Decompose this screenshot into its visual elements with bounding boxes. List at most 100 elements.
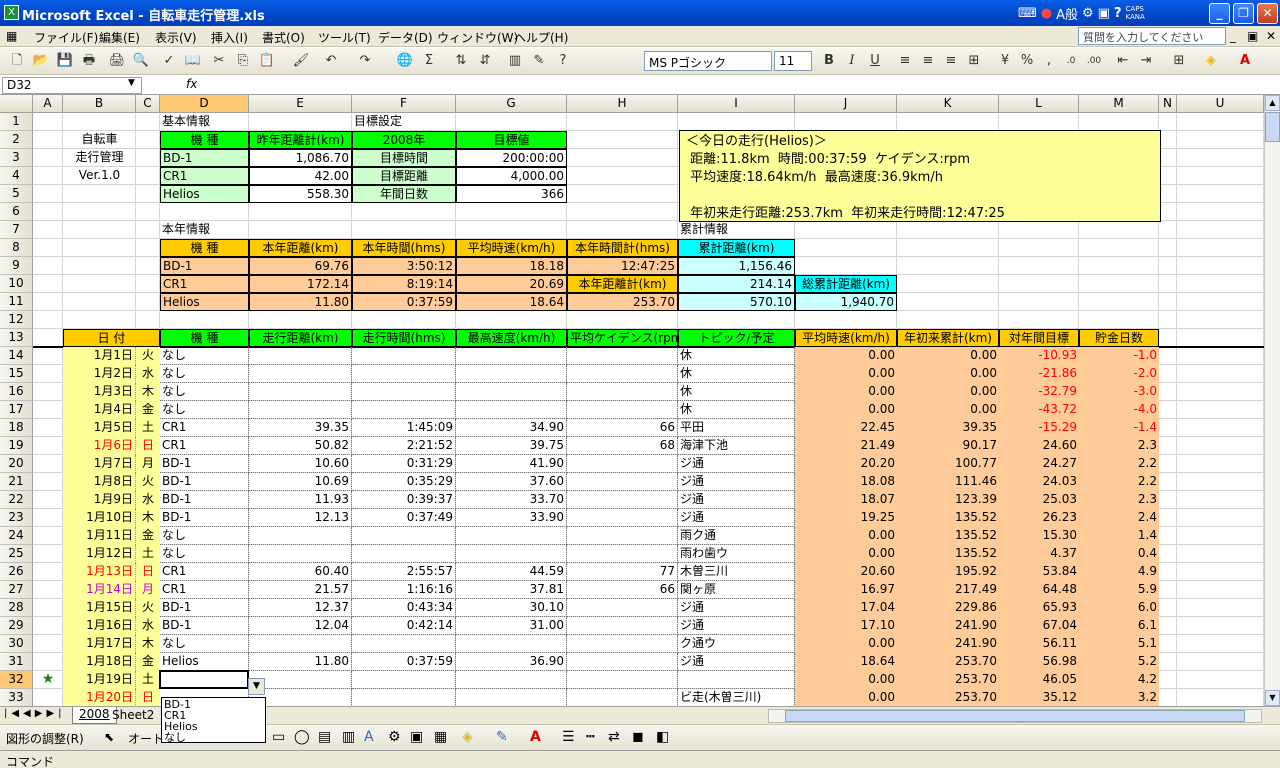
log-date-12[interactable]: 1月12日	[63, 545, 136, 563]
log-avgspeed-10[interactable]: 19.25	[795, 509, 897, 527]
row-header-13[interactable]: 13	[0, 329, 33, 347]
log-maxspeed-19[interactable]	[456, 671, 567, 689]
print-preview-icon[interactable]: 🔍	[132, 52, 150, 70]
log-bike-16[interactable]: BD-1	[160, 617, 249, 635]
year-dist-1[interactable]: 172.14	[249, 275, 352, 293]
log-maxspeed-8[interactable]: 37.60	[456, 473, 567, 491]
star-marker[interactable]: ★	[33, 671, 63, 689]
log-vsgoal-17[interactable]: 56.11	[999, 635, 1079, 653]
log-distance-1[interactable]	[249, 347, 352, 365]
year-dist-total-label[interactable]: 本年距離計(km)	[567, 275, 678, 293]
log-avgspeed-4[interactable]: 0.00	[795, 401, 897, 419]
log-topic-7[interactable]: ジ通	[678, 455, 795, 473]
log-bike-8[interactable]: BD-1	[160, 473, 249, 491]
log-time-12[interactable]	[352, 545, 456, 563]
align-center-icon[interactable]: ≡	[919, 52, 937, 70]
cum-dist-1[interactable]: 214.14	[678, 275, 795, 293]
log-savings-16[interactable]: 6.1	[1079, 617, 1159, 635]
log-maxspeed-16[interactable]: 31.00	[456, 617, 567, 635]
log-time-19[interactable]	[352, 671, 456, 689]
log-vsgoal-19[interactable]: 46.05	[999, 671, 1079, 689]
log-date-11[interactable]: 1月11日	[63, 527, 136, 545]
log-date-5[interactable]: 1月5日	[63, 419, 136, 437]
row-header-9[interactable]: 9	[0, 257, 33, 275]
log-cadence-20[interactable]	[567, 689, 678, 706]
log-cumulative-18[interactable]: 253.70	[897, 653, 999, 671]
percent-icon[interactable]: %	[1018, 52, 1036, 70]
log-cumulative-8[interactable]: 111.46	[897, 473, 999, 491]
log-date-13[interactable]: 1月13日	[63, 563, 136, 581]
draw-adjust-menu[interactable]: 図形の調整(R)	[6, 730, 84, 747]
log-topic-14[interactable]: 関ヶ原	[678, 581, 795, 599]
col-header-c[interactable]: C	[136, 95, 160, 113]
ime-tools-icon[interactable]: ⚙	[1082, 6, 1094, 21]
font-size-select[interactable]: 11	[774, 51, 812, 71]
menu-window[interactable]: ウィンドウ(W)	[437, 29, 518, 46]
log-vsgoal-3[interactable]: -32.79	[999, 383, 1079, 401]
log-vsgoal-13[interactable]: 53.84	[999, 563, 1079, 581]
log-vsgoal-18[interactable]: 56.98	[999, 653, 1079, 671]
log-cumulative-12[interactable]: 135.52	[897, 545, 999, 563]
log-time-20[interactable]	[352, 689, 456, 706]
col-header-b[interactable]: B	[63, 95, 136, 113]
log-cadence-2[interactable]	[567, 365, 678, 383]
cut-icon[interactable]: ✂	[210, 52, 228, 70]
log-topic-19[interactable]	[678, 671, 795, 689]
menu-view[interactable]: 表示(V)	[155, 29, 197, 46]
row-header-7[interactable]: 7	[0, 221, 33, 239]
row-header-1[interactable]: 1	[0, 113, 33, 131]
log-time-3[interactable]	[352, 383, 456, 401]
log-header-10[interactable]: 貯金日数	[1079, 329, 1159, 347]
log-weekday-6[interactable]: 日	[136, 437, 160, 455]
log-weekday-2[interactable]: 水	[136, 365, 160, 383]
clipart-icon[interactable]: ▣	[410, 729, 423, 745]
keyboard-icon[interactable]: ⌨	[1018, 6, 1037, 21]
row-header-5[interactable]: 5	[0, 185, 33, 203]
log-distance-4[interactable]	[249, 401, 352, 419]
log-weekday-15[interactable]: 火	[136, 599, 160, 617]
log-savings-6[interactable]: 2.3	[1079, 437, 1159, 455]
log-savings-5[interactable]: -1.4	[1079, 419, 1159, 437]
log-bike-1[interactable]: なし	[160, 347, 249, 365]
log-cadence-6[interactable]: 68	[567, 437, 678, 455]
log-vsgoal-11[interactable]: 15.30	[999, 527, 1079, 545]
align-right-icon[interactable]: ≡	[942, 52, 960, 70]
fx-icon[interactable]: fx	[186, 77, 197, 91]
log-weekday-8[interactable]: 火	[136, 473, 160, 491]
log-distance-5[interactable]: 39.35	[249, 419, 352, 437]
log-avgspeed-7[interactable]: 20.20	[795, 455, 897, 473]
log-time-13[interactable]: 2:55:57	[352, 563, 456, 581]
log-maxspeed-20[interactable]	[456, 689, 567, 706]
log-cumulative-3[interactable]: 0.00	[897, 383, 999, 401]
log-topic-8[interactable]: ジ通	[678, 473, 795, 491]
log-distance-18[interactable]: 11.80	[249, 653, 352, 671]
log-time-18[interactable]: 0:37:59	[352, 653, 456, 671]
log-weekday-9[interactable]: 水	[136, 491, 160, 509]
log-date-19[interactable]: 1月19日	[63, 671, 136, 689]
log-topic-13[interactable]: 木曽三川	[678, 563, 795, 581]
log-bike-10[interactable]: BD-1	[160, 509, 249, 527]
menu-file[interactable]: ファイル(F)	[34, 29, 98, 46]
align-left-icon[interactable]: ≡	[896, 52, 914, 70]
log-avgspeed-15[interactable]: 17.04	[795, 599, 897, 617]
log-weekday-10[interactable]: 木	[136, 509, 160, 527]
basic-header-lastyear[interactable]: 昨年距離計(km)	[249, 131, 352, 149]
log-maxspeed-4[interactable]	[456, 401, 567, 419]
row-header-3[interactable]: 3	[0, 149, 33, 167]
row-header-24[interactable]: 24	[0, 527, 33, 545]
log-avgspeed-11[interactable]: 0.00	[795, 527, 897, 545]
row-header-28[interactable]: 28	[0, 599, 33, 617]
row-header-2[interactable]: 2	[0, 131, 33, 149]
log-time-9[interactable]: 0:39:37	[352, 491, 456, 509]
vertical-textbox-icon[interactable]: ▥	[342, 729, 355, 745]
log-time-7[interactable]: 0:31:29	[352, 455, 456, 473]
basic-type-0[interactable]: BD-1	[160, 149, 249, 167]
basic-lastyear-1[interactable]: 42.00	[249, 167, 352, 185]
log-vsgoal-5[interactable]: -15.29	[999, 419, 1079, 437]
log-header-5[interactable]: 平均ケイデンス(rpm)	[567, 329, 687, 347]
log-cadence-8[interactable]	[567, 473, 678, 491]
oval-icon[interactable]: ◯	[294, 729, 310, 745]
log-cadence-11[interactable]	[567, 527, 678, 545]
log-savings-17[interactable]: 5.1	[1079, 635, 1159, 653]
col-header-a[interactable]: A	[33, 95, 63, 113]
